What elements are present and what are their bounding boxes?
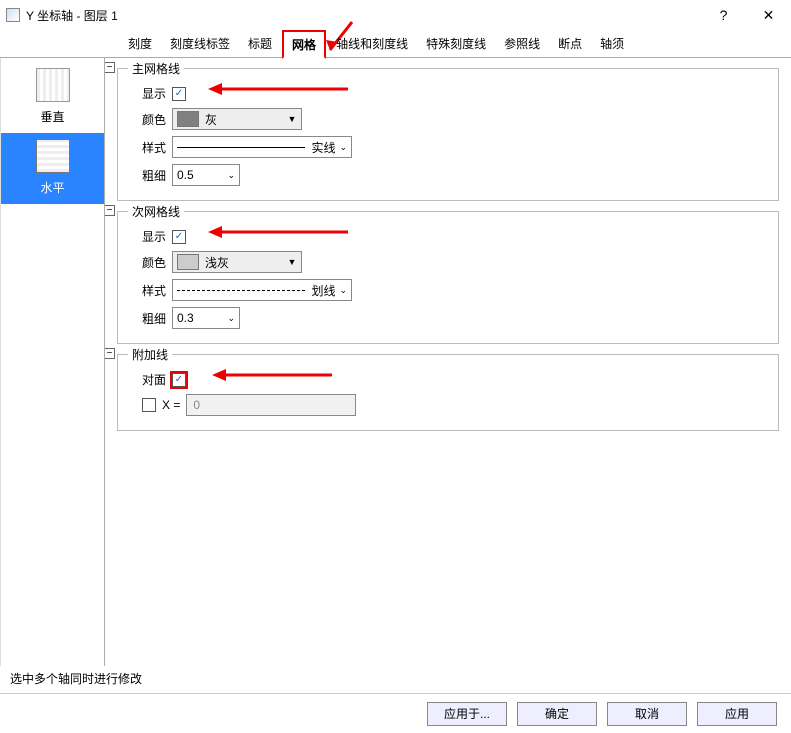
sidebar: 垂直 水平	[0, 58, 105, 666]
color-value: 浅灰	[205, 254, 229, 271]
group-minor-gridlines: − 次网格线 显示 ✓ 颜色 浅灰 ▼ 样式	[117, 211, 779, 344]
sidebar-item-vertical[interactable]: 垂直	[1, 62, 104, 133]
opposite-checkbox[interactable]: ✓	[172, 373, 186, 387]
tab-grid[interactable]: 网格	[282, 30, 326, 59]
color-label: 颜色	[128, 254, 172, 271]
dashed-line-icon	[177, 290, 305, 291]
minor-show-checkbox[interactable]: ✓	[172, 230, 186, 244]
solid-line-icon	[177, 147, 305, 148]
tab-scale[interactable]: 刻度	[120, 31, 160, 56]
group-major-gridlines: − 主网格线 显示 ✓ 颜色 灰 ▼ 样式	[117, 68, 779, 201]
ok-button[interactable]: 确定	[517, 702, 597, 726]
cancel-button[interactable]: 取消	[607, 702, 687, 726]
chevron-down-icon: ⌄	[339, 142, 347, 153]
group-title: 主网格线	[128, 60, 184, 77]
tab-special-scale[interactable]: 特殊刻度线	[418, 31, 494, 56]
thickness-value: 0.3	[177, 311, 194, 325]
collapse-toggle-icon[interactable]: −	[105, 348, 115, 359]
tab-axis-scale[interactable]: 轴线和刻度线	[328, 31, 416, 56]
button-bar: 应用于... 确定 取消 应用	[0, 693, 791, 733]
annotation-arrow	[212, 365, 332, 385]
major-style-dropdown[interactable]: 实线 ⌄	[172, 136, 352, 158]
style-label: 样式	[128, 139, 172, 156]
color-swatch-icon	[177, 254, 199, 270]
style-value: 划线	[311, 282, 335, 299]
show-label: 显示	[128, 85, 172, 102]
content-pane: − 主网格线 显示 ✓ 颜色 灰 ▼ 样式	[105, 58, 791, 666]
x-value: 0	[193, 398, 200, 412]
color-swatch-icon	[177, 111, 199, 127]
close-button[interactable]: ✕	[746, 0, 791, 30]
major-color-dropdown[interactable]: 灰 ▼	[172, 108, 302, 130]
tab-bar: 刻度 刻度线标签 标题 网格 轴线和刻度线 特殊刻度线 参照线 断点 轴须	[0, 30, 791, 58]
color-value: 灰	[205, 111, 217, 128]
tab-title[interactable]: 标题	[240, 31, 280, 56]
tab-scale-label[interactable]: 刻度线标签	[162, 31, 238, 56]
titlebar: Y 坐标轴 - 图层 1 ? ✕	[0, 0, 791, 30]
sidebar-item-label: 水平	[1, 179, 104, 196]
group-additional-lines: − 附加线 对面 ✓ ✓ X = 0	[117, 354, 779, 431]
chevron-down-icon: ⌄	[227, 170, 235, 181]
apply-to-button[interactable]: 应用于...	[427, 702, 507, 726]
minor-thickness-dropdown[interactable]: 0.3 ⌄	[172, 307, 240, 329]
help-button[interactable]: ?	[701, 0, 746, 30]
collapse-toggle-icon[interactable]: −	[105, 62, 115, 73]
sidebar-item-horizontal[interactable]: 水平	[1, 133, 104, 204]
x-equals-checkbox[interactable]: ✓	[142, 398, 156, 412]
chevron-down-icon: ▼	[283, 114, 301, 124]
annotation-arrow	[208, 79, 348, 99]
major-show-checkbox[interactable]: ✓	[172, 87, 186, 101]
chevron-down-icon: ⌄	[339, 285, 347, 296]
x-value-input[interactable]: 0	[186, 394, 356, 416]
tab-reference[interactable]: 参照线	[496, 31, 548, 56]
horizontal-grid-icon	[36, 139, 70, 173]
thickness-label: 粗细	[128, 310, 172, 327]
tab-breaks[interactable]: 断点	[550, 31, 590, 56]
window-title: Y 坐标轴 - 图层 1	[26, 7, 118, 24]
major-thickness-dropdown[interactable]: 0.5 ⌄	[172, 164, 240, 186]
sidebar-item-label: 垂直	[1, 108, 104, 125]
style-value: 实线	[311, 139, 335, 156]
footer-note: 选中多个轴同时进行修改	[0, 666, 791, 693]
thickness-value: 0.5	[177, 168, 194, 182]
show-label: 显示	[128, 228, 172, 245]
chevron-down-icon: ▼	[283, 257, 301, 267]
minor-color-dropdown[interactable]: 浅灰 ▼	[172, 251, 302, 273]
annotation-arrow	[208, 222, 348, 242]
opposite-label: 对面	[128, 371, 172, 388]
minor-style-dropdown[interactable]: 划线 ⌄	[172, 279, 352, 301]
group-title: 附加线	[128, 346, 172, 363]
window-icon	[6, 8, 20, 22]
apply-button[interactable]: 应用	[697, 702, 777, 726]
group-title: 次网格线	[128, 203, 184, 220]
collapse-toggle-icon[interactable]: −	[105, 205, 115, 216]
chevron-down-icon: ⌄	[227, 313, 235, 324]
x-equals-label: X =	[162, 398, 180, 412]
tab-axis-arrow[interactable]: 轴须	[592, 31, 632, 56]
style-label: 样式	[128, 282, 172, 299]
vertical-grid-icon	[36, 68, 70, 102]
color-label: 颜色	[128, 111, 172, 128]
thickness-label: 粗细	[128, 167, 172, 184]
